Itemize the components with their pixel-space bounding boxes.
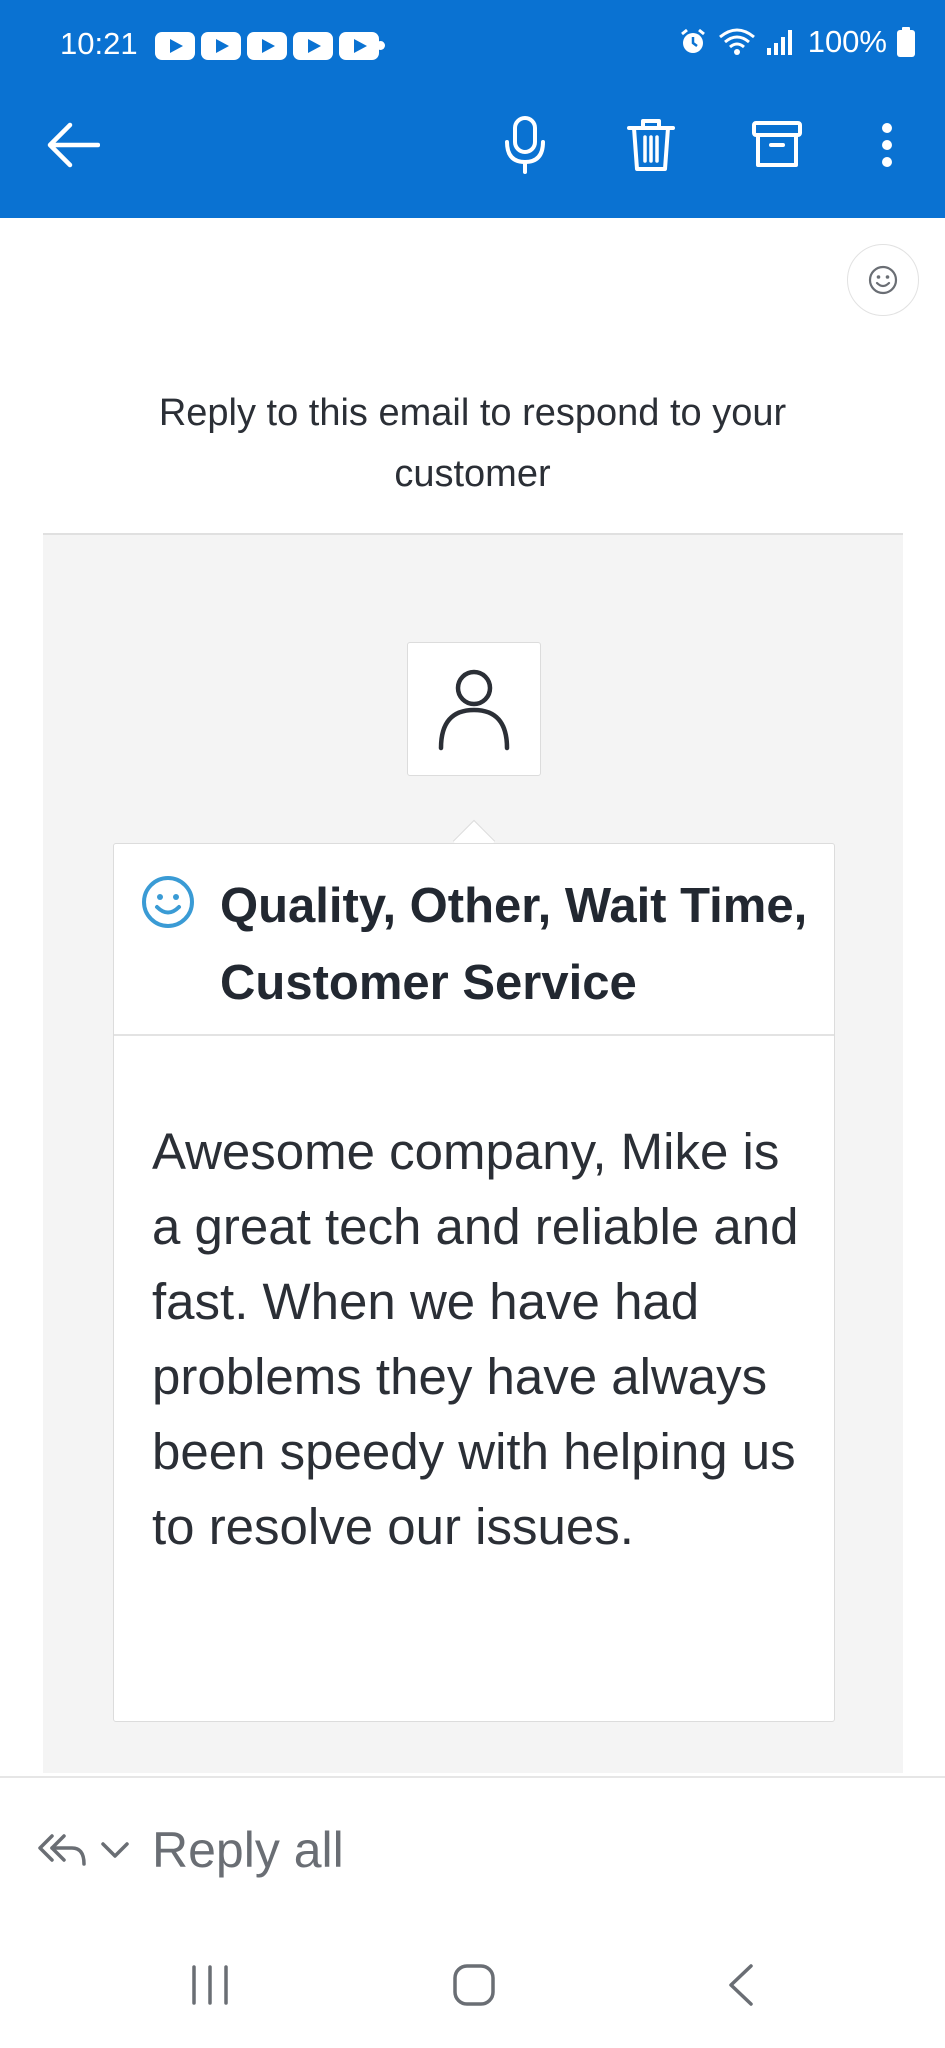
- status-time: 10:21: [60, 26, 138, 61]
- notification-icons: [155, 32, 379, 60]
- youtube-icon: [155, 32, 195, 60]
- back-button[interactable]: [38, 110, 108, 180]
- wifi-icon: [718, 28, 755, 55]
- reply-instruction: Reply to this email to respond to your c…: [158, 392, 787, 495]
- more-options-button[interactable]: [852, 110, 922, 180]
- system-back-button[interactable]: [690, 1940, 790, 2030]
- smiley-icon: [868, 265, 898, 295]
- person-icon: [438, 669, 510, 751]
- reaction-button[interactable]: [847, 244, 919, 316]
- youtube-icon: [339, 32, 379, 60]
- satisfied-icon: [142, 876, 194, 928]
- battery-icon: [897, 27, 915, 57]
- reply-all-icon: [38, 1834, 86, 1866]
- customer-avatar: [407, 642, 541, 776]
- back-arrow-icon: [47, 122, 100, 168]
- recent-apps-icon: [192, 1965, 228, 2005]
- system-nav-bar: [0, 1940, 945, 2030]
- status-bar: 10:21 100%: [0, 0, 945, 90]
- feedback-tags: Quality, Other, Wait Time, Customer Serv…: [220, 879, 808, 1010]
- alarm-icon: [680, 28, 705, 53]
- notification-dot: [376, 41, 385, 50]
- microphone-icon: [505, 116, 545, 174]
- delete-button[interactable]: [616, 110, 686, 180]
- chevron-down-icon[interactable]: [100, 1840, 130, 1860]
- signal-icon: [766, 30, 792, 55]
- home-icon: [453, 1964, 495, 2006]
- feedback-card: Quality, Other, Wait Time, Customer Serv…: [113, 843, 835, 1722]
- reply-all-label: Reply all: [152, 1822, 344, 1878]
- archive-button[interactable]: [742, 110, 812, 180]
- battery-percent: 100%: [807, 24, 887, 59]
- youtube-icon: [293, 32, 333, 60]
- reply-all-button[interactable]: Reply all: [36, 1815, 344, 1885]
- recent-apps-button[interactable]: [160, 1940, 260, 2030]
- youtube-icon: [247, 32, 287, 60]
- back-chevron-icon: [729, 1964, 753, 2006]
- more-vert-icon: [882, 123, 892, 167]
- bottom-divider: [0, 1776, 945, 1778]
- feedback-card-header: Quality, Other, Wait Time, Customer Serv…: [114, 844, 834, 1036]
- feedback-comment: Awesome company, Mike is a great tech an…: [152, 1123, 799, 1555]
- trash-icon: [627, 119, 675, 171]
- archive-icon: [752, 121, 802, 167]
- home-button[interactable]: [424, 1940, 524, 2030]
- dictate-button[interactable]: [490, 110, 560, 180]
- system-indicators: 100%: [678, 24, 915, 60]
- app-bar: 10:21 100%: [0, 0, 945, 218]
- youtube-icon: [201, 32, 241, 60]
